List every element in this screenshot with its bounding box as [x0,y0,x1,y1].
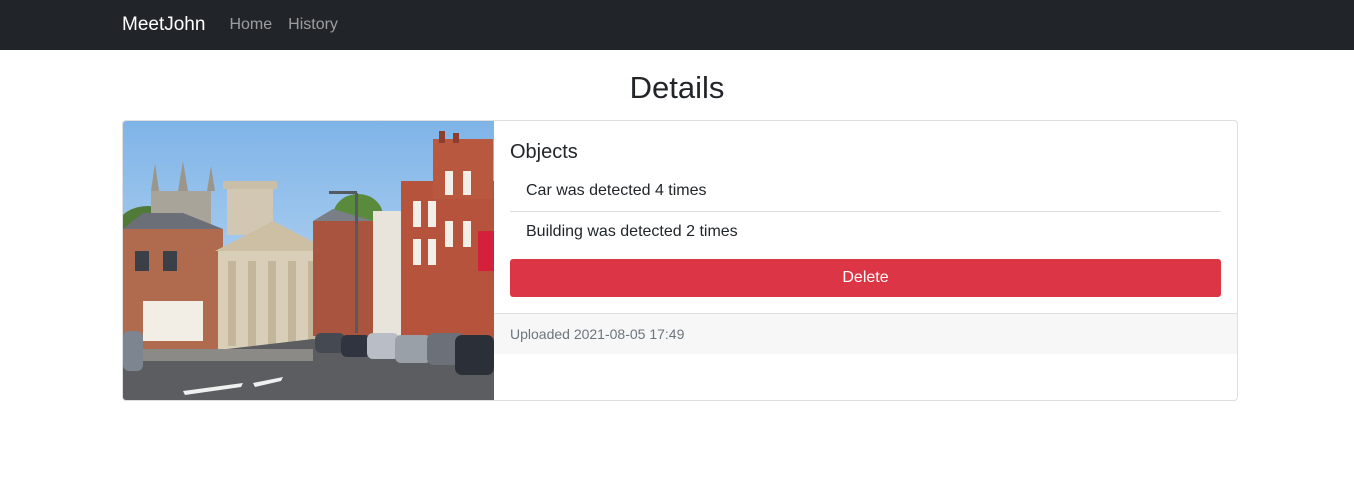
brand-link[interactable]: MeetJohn [122,14,205,36]
objects-heading: Objects [510,141,578,163]
objects-list: Car was detected 4 times Building was de… [510,171,1221,252]
uploaded-photo [123,121,494,400]
uploaded-timestamp: Uploaded 2021-08-05 17:49 [510,326,685,342]
delete-button[interactable]: Delete [510,259,1221,297]
nav-link-history[interactable]: History [288,16,338,34]
nav-link-home[interactable]: Home [229,16,272,34]
top-navbar: MeetJohn Home History [0,0,1354,50]
list-item: Building was detected 2 times [510,211,1221,252]
card-content: Objects Car was detected 4 times Buildin… [494,121,1237,400]
card-footer: Uploaded 2021-08-05 17:49 [494,313,1237,354]
detail-card: Objects Car was detected 4 times Buildin… [122,120,1238,401]
card-body: Objects Car was detected 4 times Buildin… [494,121,1237,313]
list-item: Car was detected 4 times [526,182,707,199]
page-title: Details [629,70,725,105]
